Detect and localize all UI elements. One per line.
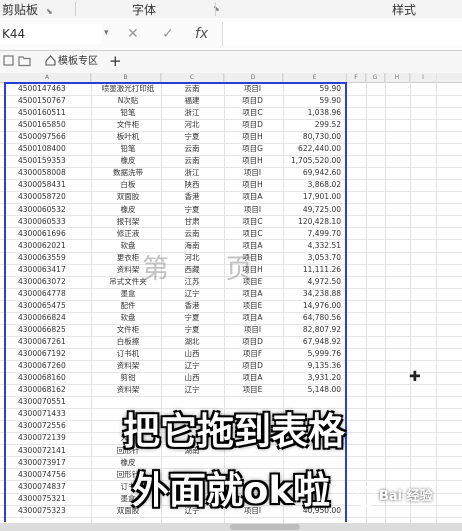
clipboard-launcher-icon[interactable]: ⬊ bbox=[46, 7, 53, 16]
name-box[interactable]: K44 bbox=[0, 24, 102, 44]
group-clipboard-label: 剪贴板 bbox=[2, 3, 39, 17]
baidu-jingyan-logo: Bai 经验 bbox=[356, 485, 433, 507]
column-header-a[interactable]: A bbox=[4, 73, 91, 82]
page-break-print-area[interactable] bbox=[4, 82, 347, 522]
horizontal-scrollbar[interactable] bbox=[0, 523, 462, 531]
ribbon-divider bbox=[75, 2, 76, 16]
template-tab-icon bbox=[45, 55, 56, 66]
paw-icon bbox=[356, 486, 376, 507]
group-font: 字体 bbox=[132, 1, 156, 18]
group-font-label: 字体 bbox=[132, 3, 157, 17]
spreadsheet-grid[interactable]: A B C D E F G H I 4500147463 喷墨激光打印纸 云南 项目I… bbox=[0, 73, 462, 523]
formula-bar: K44 ▾ ✕ ✓ fx bbox=[0, 18, 462, 51]
caption-line-1: 把它拖到表格 bbox=[123, 410, 345, 453]
group-clipboard: 剪贴板 ⬊ bbox=[2, 1, 53, 18]
formula-input[interactable] bbox=[222, 22, 462, 46]
workbook-tab-bar: 模板专区 + bbox=[0, 51, 462, 74]
cursor-crosshair-icon: ✚ bbox=[409, 369, 421, 385]
column-header-b[interactable]: B bbox=[91, 73, 161, 82]
insert-function-icon[interactable]: fx bbox=[195, 26, 208, 42]
name-box-dropdown-icon[interactable]: ▾ bbox=[104, 28, 109, 38]
add-tab-button[interactable]: + bbox=[109, 52, 122, 70]
logo-text: Bai 经验 bbox=[379, 489, 433, 504]
group-styles-label: 样式 bbox=[392, 3, 417, 17]
column-header-c[interactable]: C bbox=[161, 73, 224, 82]
scrollbar-thumb[interactable] bbox=[230, 524, 300, 530]
ribbon-divider bbox=[215, 2, 216, 16]
group-styles: 样式 bbox=[392, 1, 416, 18]
column-header-f[interactable]: F bbox=[347, 73, 366, 82]
column-header-h[interactable]: H bbox=[385, 73, 410, 82]
cancel-icon[interactable]: ✕ bbox=[127, 26, 139, 42]
ribbon-groups: 剪贴板 ⬊ 字体 ⬊ 样式 bbox=[0, 0, 462, 19]
column-header-d[interactable]: D bbox=[224, 73, 283, 82]
page-number-watermark: 第 页 bbox=[142, 254, 277, 285]
column-header-i[interactable]: I bbox=[410, 73, 437, 82]
home-icon[interactable] bbox=[2, 54, 15, 67]
column-header-e[interactable]: E bbox=[283, 73, 347, 82]
folder-icon[interactable] bbox=[18, 54, 31, 67]
column-header-g[interactable]: G bbox=[366, 73, 385, 82]
font-launcher-icon[interactable]: ⬊ bbox=[213, 4, 220, 13]
tab-template-area[interactable]: 模板专区 bbox=[58, 53, 98, 71]
confirm-icon[interactable]: ✓ bbox=[162, 26, 174, 42]
